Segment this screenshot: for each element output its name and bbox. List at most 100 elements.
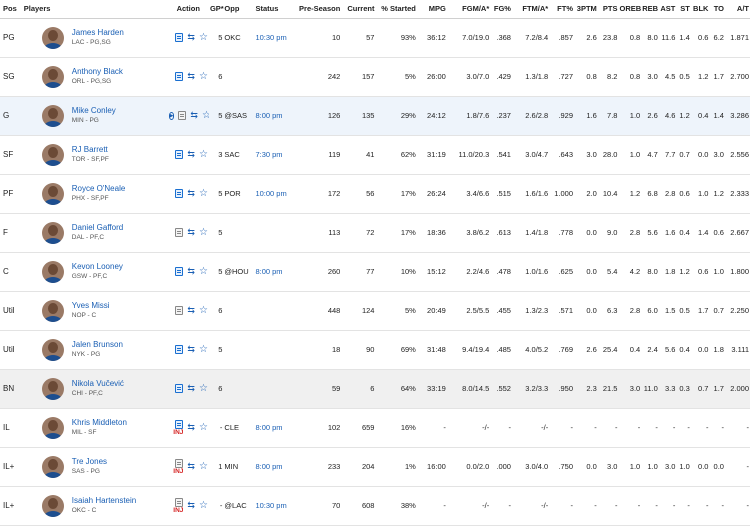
watchlist-star-icon[interactable]: ☆ (199, 461, 208, 472)
column-header-players[interactable]: Players (22, 0, 168, 19)
watchlist-star-icon[interactable]: ☆ (199, 188, 208, 199)
column-header-gp[interactable]: GP* (208, 0, 224, 19)
swap-players-icon[interactable]: ⇆ (187, 266, 195, 277)
column-header-reb[interactable]: REB (641, 0, 659, 19)
game-status-link[interactable] (254, 369, 295, 408)
video-play-icon[interactable]: ▶ (168, 111, 175, 120)
position-slot[interactable]: F (0, 213, 23, 252)
swap-players-icon[interactable]: ⇆ (187, 305, 195, 316)
player-note-icon[interactable] (175, 150, 184, 159)
watchlist-star-icon[interactable]: ☆ (199, 149, 208, 160)
column-header-to[interactable]: TO (709, 0, 725, 19)
column-header-ft[interactable]: FT% (549, 0, 575, 19)
player-name-link[interactable]: Royce O'Neale (72, 184, 126, 194)
player-note-icon[interactable] (175, 345, 184, 354)
swap-players-icon[interactable]: ⇆ (187, 344, 195, 355)
player-name-link[interactable]: Nikola Vučević (72, 379, 124, 389)
game-status-link[interactable]: 8:00 pm (254, 447, 295, 486)
player-note-icon[interactable] (175, 228, 184, 237)
position-slot[interactable]: IL+ (0, 447, 23, 486)
game-status-link[interactable]: 8:00 pm (254, 408, 295, 447)
column-header-fgm-a[interactable]: FGM/A* (446, 0, 491, 19)
swap-players-icon[interactable]: ⇆ (187, 383, 195, 394)
swap-players-icon[interactable]: ⇆ (187, 422, 195, 433)
player-name-link[interactable]: Isaiah Hartenstein (72, 496, 136, 506)
watchlist-star-icon[interactable]: ☆ (199, 383, 208, 394)
game-status-link[interactable] (254, 57, 295, 96)
column-header-pre-season[interactable]: Pre-Season (295, 0, 342, 19)
game-status-link[interactable]: 7:30 pm (254, 135, 295, 174)
column-header-a-t[interactable]: A/T (724, 0, 750, 19)
swap-players-icon[interactable]: ⇆ (187, 461, 195, 472)
swap-players-icon[interactable]: ⇆ (187, 500, 195, 511)
column-header-ast[interactable]: AST (658, 0, 677, 19)
swap-players-icon[interactable]: ⇆ (187, 188, 195, 199)
column-header-ftm-a[interactable]: FTM/A* (511, 0, 550, 19)
column-header-3ptm[interactable]: 3PTM (574, 0, 598, 19)
position-slot[interactable]: C (0, 252, 23, 291)
watchlist-star-icon[interactable]: ☆ (199, 227, 208, 238)
column-header-opp[interactable]: Opp (223, 0, 255, 19)
player-note-icon[interactable] (175, 33, 184, 42)
player-name-link[interactable]: James Harden (72, 28, 124, 38)
position-slot[interactable]: Util (0, 291, 23, 330)
watchlist-star-icon[interactable]: ☆ (199, 266, 208, 277)
column-header-status[interactable]: Status (254, 0, 296, 19)
swap-players-icon[interactable]: ⇆ (187, 149, 195, 160)
player-note-icon[interactable] (175, 497, 184, 507)
position-slot[interactable]: PG (0, 18, 23, 57)
position-slot[interactable]: G (0, 96, 23, 135)
column-header-current[interactable]: Current (341, 0, 376, 19)
position-slot[interactable]: Util (0, 330, 23, 369)
watchlist-star-icon[interactable]: ☆ (199, 305, 208, 316)
game-status-link[interactable]: 10:30 pm (254, 18, 295, 57)
position-slot[interactable]: BN (0, 369, 23, 408)
swap-players-icon[interactable]: ⇆ (187, 227, 195, 238)
player-name-link[interactable]: Daniel Gafford (72, 223, 123, 233)
player-note-icon[interactable] (175, 72, 184, 81)
position-slot[interactable]: IL (0, 408, 23, 447)
player-note-icon[interactable] (175, 189, 184, 198)
player-name-link[interactable]: Yves Missi (72, 301, 110, 311)
player-note-icon[interactable] (175, 419, 184, 429)
watchlist-star-icon[interactable]: ☆ (202, 110, 209, 121)
position-slot[interactable]: IL+ (0, 486, 23, 525)
position-slot[interactable]: PF (0, 174, 23, 213)
game-status-link[interactable] (254, 330, 295, 369)
player-note-icon[interactable] (175, 267, 184, 276)
game-status-link[interactable]: 8:00 pm (254, 96, 295, 135)
game-status-link[interactable]: 8:00 pm (254, 252, 295, 291)
position-slot[interactable]: SF (0, 135, 23, 174)
player-note-icon[interactable] (175, 384, 184, 393)
player-name-link[interactable]: Anthony Black (72, 67, 123, 77)
player-name-link[interactable]: Mike Conley (72, 106, 116, 116)
watchlist-star-icon[interactable]: ☆ (199, 422, 208, 433)
column-header-blk[interactable]: BLK (690, 0, 710, 19)
player-name-link[interactable]: Tre Jones (72, 457, 107, 467)
watchlist-star-icon[interactable]: ☆ (199, 500, 208, 511)
column-header-mpg[interactable]: MPG (416, 0, 447, 19)
game-status-link[interactable] (254, 291, 295, 330)
player-note-icon[interactable] (178, 111, 187, 120)
game-status-link[interactable] (254, 213, 295, 252)
column-header-fg[interactable]: FG% (490, 0, 512, 19)
watchlist-star-icon[interactable]: ☆ (199, 32, 208, 43)
player-name-link[interactable]: Jalen Brunson (72, 340, 123, 350)
swap-players-icon[interactable]: ⇆ (187, 71, 195, 82)
column-header-pos[interactable]: Pos (0, 0, 23, 19)
player-name-link[interactable]: Khris Middleton (72, 418, 127, 428)
player-name-link[interactable]: Kevon Looney (72, 262, 123, 272)
column-header-st[interactable]: ST (676, 0, 691, 19)
player-note-icon[interactable] (175, 458, 184, 468)
position-slot[interactable]: SG (0, 57, 23, 96)
column-header-pts[interactable]: PTS (597, 0, 619, 19)
column-header-oreb[interactable]: OREB (618, 0, 642, 19)
game-status-link[interactable]: 10:30 pm (254, 486, 295, 525)
game-status-link[interactable]: 10:00 pm (254, 174, 295, 213)
player-name-link[interactable]: RJ Barrett (72, 145, 109, 155)
watchlist-star-icon[interactable]: ☆ (199, 344, 208, 355)
swap-players-icon[interactable]: ⇆ (190, 110, 198, 121)
player-note-icon[interactable] (175, 306, 184, 315)
swap-players-icon[interactable]: ⇆ (187, 32, 195, 43)
watchlist-star-icon[interactable]: ☆ (199, 71, 208, 82)
